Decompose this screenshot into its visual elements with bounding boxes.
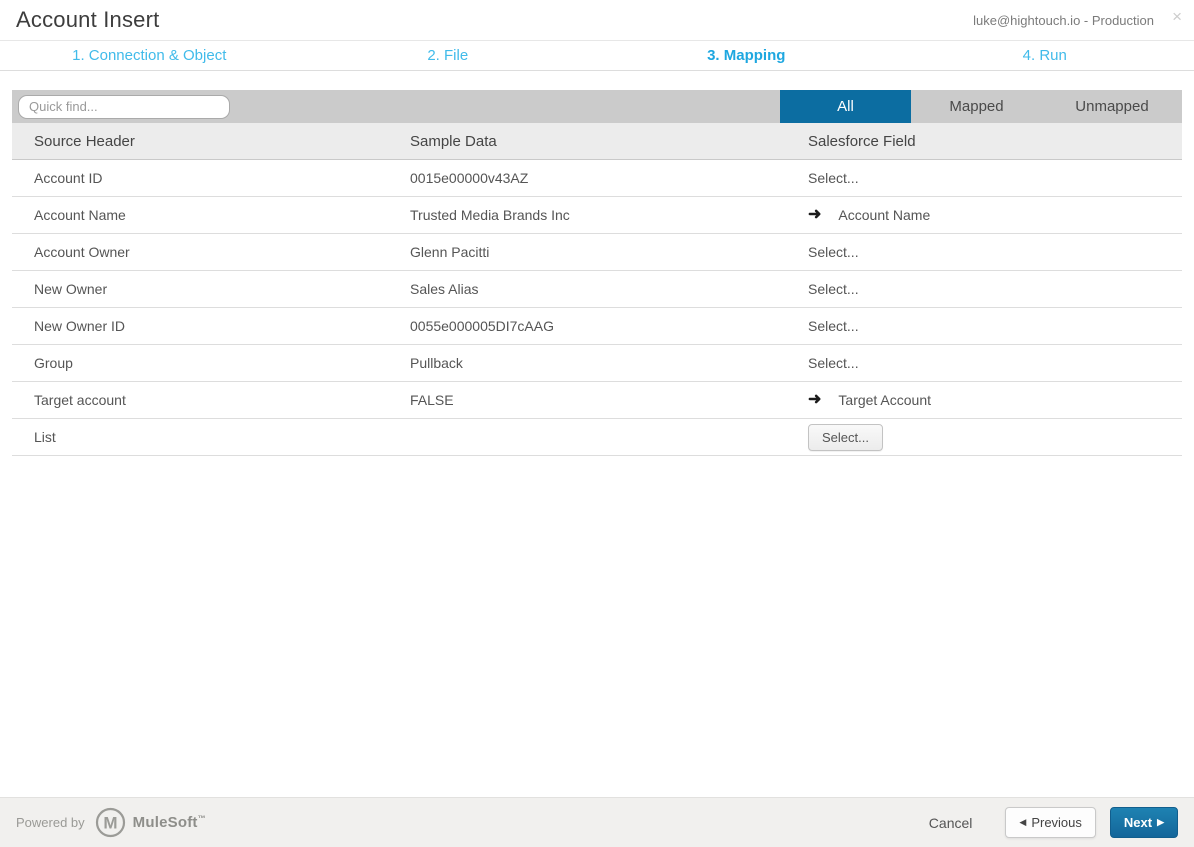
account-info: luke@hightouch.io - Production [973,13,1178,28]
next-button[interactable]: Next ▶ [1110,807,1178,838]
step-mapping[interactable]: 3. Mapping [597,47,896,64]
powered-by-label: Powered by [16,815,85,830]
footer-bar: Powered by M MuleSoft™ Cancel ◀ Previous… [0,797,1194,847]
column-header-sample: Sample Data [410,133,808,150]
source-header-cell: Group [12,355,410,371]
select-field-link[interactable]: Select... [808,244,859,260]
filter-tab-all[interactable]: All [780,90,911,123]
footer-actions: Cancel ◀ Previous Next ▶ [929,807,1178,838]
table-row: New Owner ID 0055e000005DI7cAAG Select..… [12,308,1182,345]
sample-data-cell: Pullback [410,355,808,371]
source-header-cell: Account Name [12,207,410,223]
previous-arrow-icon: ◀ [1019,818,1026,827]
mapping-toolbar: All Mapped Unmapped [12,90,1182,123]
mulesoft-logo-icon: M [95,807,126,838]
mapping-panel: All Mapped Unmapped Source Header Sample… [12,90,1182,456]
next-arrow-icon: ▶ [1157,818,1164,827]
sample-data-cell: Trusted Media Brands Inc [410,207,808,223]
mapped-arrow-icon: ➜ [808,207,821,223]
step-run[interactable]: 4. Run [896,47,1194,64]
sample-data-cell: 0055e000005DI7cAAG [410,318,808,334]
table-row: New Owner Sales Alias Select... [12,271,1182,308]
select-field-link[interactable]: Select... [808,355,859,371]
column-header-salesforce-field: Salesforce Field [808,133,1182,150]
sample-data-cell: 0015e00000v43AZ [410,170,808,186]
filter-tab-mapped[interactable]: Mapped [911,90,1042,123]
mapped-field-label[interactable]: Account Name [838,207,930,223]
source-header-cell: List [12,429,410,445]
step-connection-object[interactable]: 1. Connection & Object [0,47,299,64]
mulesoft-wordmark: MuleSoft™ [133,814,206,831]
step-file[interactable]: 2. File [299,47,598,64]
filter-tab-unmapped[interactable]: Unmapped [1042,90,1182,123]
source-header-cell: New Owner [12,281,410,297]
filter-tabs: All Mapped Unmapped [780,90,1182,123]
window-header: Account Insert luke@hightouch.io - Produ… [0,0,1194,41]
quick-find-input[interactable] [18,95,230,119]
close-icon[interactable]: × [1168,6,1186,27]
page-title: Account Insert [16,7,159,33]
mapped-field-label[interactable]: Target Account [838,392,931,408]
table-row: List Select... [12,419,1182,456]
svg-text:M: M [103,814,117,833]
table-row: Account Owner Glenn Pacitti Select... [12,234,1182,271]
previous-button[interactable]: ◀ Previous [1005,807,1096,838]
sample-data-cell: FALSE [410,392,808,408]
select-field-link[interactable]: Select... [808,170,859,186]
sample-data-cell: Sales Alias [410,281,808,297]
select-field-link[interactable]: Select... [808,318,859,334]
wizard-steps: 1. Connection & Object 2. File 3. Mappin… [0,41,1194,71]
table-row: Group Pullback Select... [12,345,1182,382]
source-header-cell: New Owner ID [12,318,410,334]
table-row: Target account FALSE ➜ Target Account [12,382,1182,419]
mapped-arrow-icon: ➜ [808,392,821,408]
source-header-cell: Account Owner [12,244,410,260]
source-header-cell: Target account [12,392,410,408]
next-button-label: Next [1124,816,1152,829]
sample-data-cell: Glenn Pacitti [410,244,808,260]
source-header-cell: Account ID [12,170,410,186]
cancel-button[interactable]: Cancel [929,815,973,831]
table-row: Account ID 0015e00000v43AZ Select... [12,160,1182,197]
table-header-row: Source Header Sample Data Salesforce Fie… [12,123,1182,160]
table-row: Account Name Trusted Media Brands Inc ➜ … [12,197,1182,234]
column-header-source: Source Header [12,133,410,150]
select-field-link[interactable]: Select... [808,281,859,297]
previous-button-label: Previous [1031,816,1082,829]
select-field-button[interactable]: Select... [808,424,883,451]
